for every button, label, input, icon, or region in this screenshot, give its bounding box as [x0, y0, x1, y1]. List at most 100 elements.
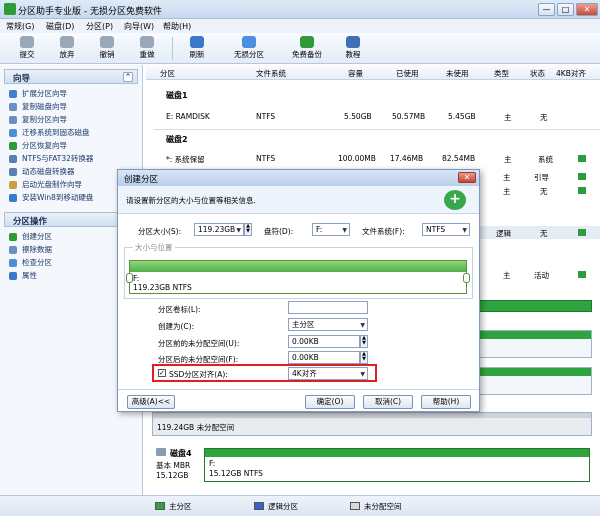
redo-button[interactable]: 重做 — [130, 35, 164, 62]
undo-icon — [100, 36, 114, 48]
disk4-row[interactable]: 磁盘4 基本 MBR 15.12GB F: 15.12GB NTFS — [152, 446, 600, 486]
convert-icon — [9, 155, 17, 163]
advanced-button[interactable]: 高级(A)<< — [127, 395, 175, 409]
recovery-icon — [9, 142, 17, 150]
partition-bar-fill — [130, 261, 466, 272]
disk4-label: 磁盘4 — [170, 449, 192, 458]
minimize-button[interactable]: — — [538, 3, 555, 16]
undo-button[interactable]: 撤销 — [90, 35, 124, 62]
drive-select[interactable]: F: — [312, 223, 350, 236]
tutorial-icon — [346, 36, 360, 48]
wizard-migrate-os[interactable]: 迁移系统到固态磁盘 — [4, 126, 138, 139]
disk4-size: 15.12GB — [156, 471, 189, 480]
group-label: 大小与位置 — [133, 242, 175, 253]
commit-button[interactable]: 提交 — [10, 35, 44, 62]
commit-icon — [20, 36, 34, 48]
ssd-align-select[interactable]: 4K对齐 — [288, 367, 368, 380]
size-input[interactable]: 119.23GB — [194, 223, 244, 236]
menu-wizard[interactable]: 向导(W) — [124, 21, 154, 32]
legend-logical: 逻辑分区 — [268, 502, 298, 511]
discard-icon — [60, 36, 74, 48]
legend-primary: 主分区 — [169, 502, 192, 511]
partition-bar[interactable]: F: 119.23GB NTFS — [126, 260, 470, 294]
create-icon — [9, 233, 17, 241]
column-header: 分区 文件系统 容量 已使用 未使用 类型 状态 4KB对齐 — [146, 65, 600, 80]
dialog-header: 请设置新分区的大小与位置等相关信息. + — [118, 186, 479, 214]
left-resize-handle[interactable] — [126, 273, 133, 283]
copy-partition-icon — [9, 116, 17, 124]
wizard-copy-disk[interactable]: 复制磁盘向导 — [4, 100, 138, 113]
aligned-flag-icon — [578, 155, 586, 162]
volume-label-label: 分区卷标(L): — [158, 305, 201, 314]
col-filesystem[interactable]: 文件系统 — [256, 68, 286, 79]
col-capacity[interactable]: 容量 — [348, 68, 363, 79]
partition-icon — [242, 36, 256, 48]
logical-swatch — [254, 502, 264, 510]
unallocated-bar[interactable]: 119.24GB 未分配空间 — [152, 412, 592, 436]
wizard-extend-partition[interactable]: 扩展分区向导 — [4, 87, 138, 100]
col-status[interactable]: 状态 — [530, 68, 545, 79]
extend-icon — [9, 90, 17, 98]
aligned-flag-icon — [578, 229, 586, 236]
create-partition-dialog: 创建分区 ✕ 请设置新分区的大小与位置等相关信息. + 分区大小(S): 119… — [117, 169, 480, 412]
create-as-label: 创建为(C): — [158, 322, 195, 331]
volume-label-input[interactable] — [288, 301, 368, 314]
discard-button[interactable]: 放弃 — [50, 35, 84, 62]
table-row[interactable]: E: RAMDISK NTFS 5.50GB 50.57MB 5.45GB 主 … — [146, 110, 600, 124]
dynamic-disk-icon — [9, 168, 17, 176]
size-position-group: 大小与位置 F: 119.23GB NTFS — [124, 242, 473, 299]
maximize-button[interactable]: □ — [557, 3, 574, 16]
dialog-close-button[interactable]: ✕ — [458, 172, 476, 183]
title-bar: 分区助手专业版 - 无损分区免费软件 — □ ✕ — [0, 0, 600, 19]
collapse-icon[interactable]: ^ — [123, 72, 133, 82]
wizard-panel-header[interactable]: 向导 ^ — [4, 69, 138, 84]
menu-partition[interactable]: 分区(P) — [86, 21, 113, 32]
window-title: 分区助手专业版 - 无损分区免费软件 — [18, 7, 162, 17]
filesystem-select[interactable]: NTFS — [422, 223, 470, 236]
ok-button[interactable]: 确定(O) — [305, 395, 355, 409]
dialog-title: 创建分区 — [124, 175, 159, 185]
unallocated-label: 119.24GB 未分配空间 — [157, 423, 235, 432]
create-as-select[interactable]: 主分区 — [288, 318, 368, 331]
ssd-align-label: SSD分区对齐(A): — [169, 370, 228, 379]
copy-disk-icon — [9, 103, 17, 111]
migrate-icon — [9, 129, 17, 137]
cancel-button[interactable]: 取消(C) — [363, 395, 413, 409]
free-backup-button[interactable]: 免费备份 — [286, 35, 328, 62]
help-button[interactable]: 帮助(H) — [421, 395, 471, 409]
before-space-spinner[interactable]: ▲ ▼ — [360, 335, 368, 348]
menu-help[interactable]: 帮助(H) — [163, 21, 191, 32]
wizard-partition-recovery[interactable]: 分区恢复向导 — [4, 139, 138, 152]
close-button[interactable]: ✕ — [576, 3, 598, 16]
col-used[interactable]: 已使用 — [396, 68, 419, 79]
lossless-partition-button[interactable]: 无损分区 — [228, 35, 270, 62]
refresh-button[interactable]: 刷新 — [180, 35, 214, 62]
wizard-copy-partition[interactable]: 复制分区向导 — [4, 113, 138, 126]
col-partition[interactable]: 分区 — [160, 68, 175, 79]
wizard-ntfs-fat32[interactable]: NTFS与FAT32转换器 — [4, 152, 138, 165]
menu-disk[interactable]: 磁盘(D) — [46, 21, 74, 32]
tutorial-button[interactable]: 教程 — [336, 35, 370, 62]
after-space-input[interactable]: 0.00KB — [288, 351, 360, 364]
disk4-type: 基本 MBR — [156, 461, 191, 470]
dialog-title-bar: 创建分区 ✕ — [118, 170, 479, 186]
right-resize-handle[interactable] — [463, 273, 470, 283]
col-free[interactable]: 未使用 — [446, 68, 469, 79]
table-row[interactable]: *: 系统保留 NTFS 100.00MB 17.46MB 82.54MB 主 … — [146, 152, 600, 166]
wipe-icon — [9, 246, 17, 254]
before-space-input[interactable]: 0.00KB — [288, 335, 360, 348]
aligned-flag-icon — [578, 187, 586, 194]
after-space-spinner[interactable]: ▲ ▼ — [360, 351, 368, 364]
size-spinner[interactable]: ▲ ▼ — [244, 223, 252, 236]
table-row[interactable]: 逻辑 无 — [480, 226, 600, 239]
col-type[interactable]: 类型 — [494, 68, 509, 79]
disk4-partition[interactable]: F: 15.12GB NTFS — [204, 448, 590, 482]
col-4k[interactable]: 4KB对齐 — [556, 68, 586, 79]
primary-swatch — [155, 502, 165, 510]
filesystem-label: 文件系统(F): — [362, 227, 405, 236]
refresh-icon — [190, 36, 204, 48]
menu-general[interactable]: 常规(G) — [6, 21, 34, 32]
menu-bar: 常规(G) 磁盘(D) 分区(P) 向导(W) 帮助(H) — [0, 19, 600, 33]
app-icon — [4, 3, 16, 15]
ssd-align-checkbox[interactable]: ✓ — [158, 369, 166, 377]
